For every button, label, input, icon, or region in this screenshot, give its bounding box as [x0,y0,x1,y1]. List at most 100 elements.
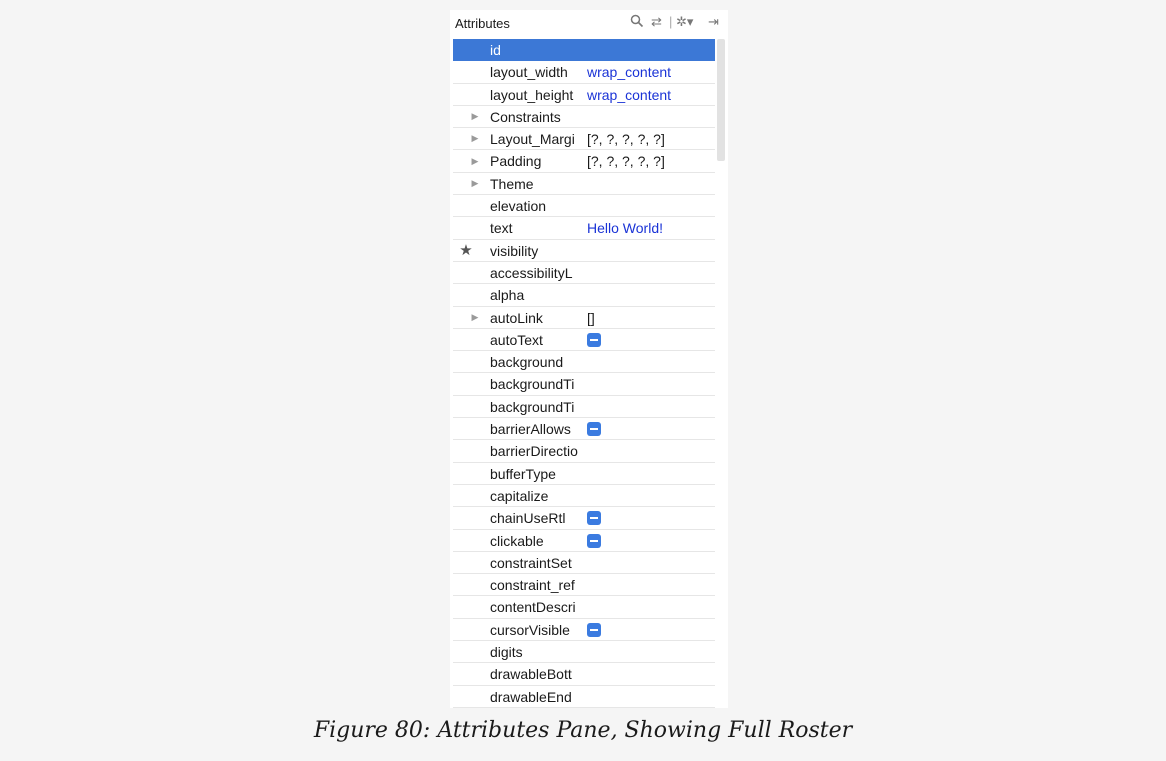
attribute-row[interactable]: id [453,39,715,62]
attribute-row[interactable]: layout_height wrap_content [453,84,715,106]
attribute-row[interactable]: cursorVisible [453,619,715,642]
attribute-row[interactable]: chainUseRtl [453,507,715,530]
attribute-row[interactable]: ▶ Constraints [453,106,715,129]
row-gutter [453,84,483,105]
pane-title: Attributes [455,16,510,31]
attribute-value[interactable]: [?, ?, ?, ?, ?] [587,153,665,169]
row-gutter [453,530,483,551]
attribute-row[interactable]: barrierDirectio [453,440,715,463]
attribute-row[interactable]: layout_width wrap_content [453,61,715,84]
attribute-value[interactable]: [] [587,310,595,326]
dock-icon[interactable]: ⇥ [708,14,719,30]
attribute-row[interactable]: backgroundTi [453,373,715,396]
attribute-row[interactable]: text Hello World! [453,217,715,240]
attribute-name: barrierAllows [490,421,571,438]
row-gutter [453,686,483,707]
row-gutter [453,641,483,662]
row-gutter: ▶ [453,106,483,127]
attribute-row[interactable]: clickable [453,530,715,552]
attributes-pane: Attributes ⇄ | ✲▾ ⇥ id layout_width wrap_c… [450,10,728,708]
attribute-row[interactable]: capitalize [453,485,715,508]
row-gutter [453,485,483,506]
row-gutter [453,39,483,60]
row-gutter [453,262,483,283]
indeterminate-checkbox-icon[interactable] [587,422,601,437]
row-gutter [453,396,483,417]
attribute-name: autoLink [490,309,543,326]
attribute-name: Constraints [490,108,561,125]
row-gutter [453,663,483,684]
row-gutter [453,418,483,439]
indeterminate-checkbox-icon[interactable] [587,622,601,637]
figure-caption: Figure 80: Attributes Pane, Showing Full… [313,718,853,743]
expand-triangle-icon[interactable]: ▶ [472,111,479,122]
row-gutter [453,596,483,617]
attribute-row[interactable]: bufferType [453,463,715,485]
attribute-row[interactable]: elevation [453,195,715,218]
divider: | [669,14,673,29]
swap-icon[interactable]: ⇄ [651,14,662,30]
attribute-row[interactable]: drawableBott [453,663,715,686]
attribute-name: elevation [490,198,547,215]
row-gutter [453,195,483,216]
attribute-name: backgroundTi [490,376,575,393]
row-gutter [453,507,483,528]
indeterminate-checkbox-icon[interactable] [587,511,601,526]
search-icon[interactable] [630,14,644,32]
attribute-row[interactable]: constraint_ref [453,574,715,597]
attribute-row[interactable]: alpha [453,284,715,307]
attribute-row[interactable]: backgroundTi [453,396,715,419]
attribute-row[interactable]: digits [453,641,715,664]
row-gutter [453,373,483,394]
attribute-name: contentDescri [490,599,576,616]
attribute-name: Layout_Margi [490,131,575,148]
row-gutter: ▶ [453,150,483,171]
expand-triangle-icon[interactable]: ▶ [472,156,479,167]
attribute-row[interactable]: ▶ autoLink [] [453,307,715,329]
expand-triangle-icon[interactable]: ▶ [472,178,479,189]
attribute-value[interactable]: [?, ?, ?, ?, ?] [587,131,665,147]
attribute-name: autoText [490,331,543,348]
indeterminate-checkbox-icon[interactable] [587,332,601,347]
attribute-row[interactable]: ★ visibility [453,240,715,262]
attribute-value[interactable]: wrap_content [587,87,671,103]
row-gutter [453,619,483,640]
indeterminate-checkbox-icon[interactable] [587,533,601,548]
attribute-row[interactable]: ▶ Padding [?, ?, ?, ?, ?] [453,150,715,173]
attribute-row[interactable]: constraintSet [453,552,715,575]
attribute-name: id [490,42,501,58]
attribute-row[interactable]: drawableEnd [453,686,715,708]
attribute-name: bufferType [490,465,556,482]
attributes-header: Attributes ⇄ | ✲▾ ⇥ [450,10,728,37]
attribute-row[interactable]: barrierAllows [453,418,715,441]
scrollbar-thumb[interactable] [717,39,725,161]
attribute-name: alpha [490,287,525,304]
attribute-name: layout_width [490,64,568,81]
attribute-name: drawableEnd [490,688,572,705]
gear-icon[interactable]: ✲▾ [676,14,693,30]
attribute-name: constraintSet [490,554,572,571]
attribute-name: clickable [490,532,544,549]
attribute-row[interactable]: contentDescri [453,596,715,619]
attributes-table: id layout_width wrap_content layout_height w… [453,39,715,708]
attribute-value[interactable]: Hello World! [587,220,663,236]
attribute-name: Theme [490,175,534,192]
row-gutter [453,61,483,82]
star-icon[interactable]: ★ [459,241,472,259]
attribute-row[interactable]: ▶ Theme [453,173,715,196]
expand-triangle-icon[interactable]: ▶ [472,133,479,144]
expand-triangle-icon[interactable]: ▶ [472,312,479,323]
row-gutter: ★ [453,240,483,261]
attribute-name: accessibilityL [490,264,573,281]
attribute-name: layout_height [490,86,574,103]
attribute-row[interactable]: autoText [453,329,715,352]
attribute-name: text [490,220,513,237]
row-gutter [453,463,483,484]
row-gutter [453,351,483,372]
attribute-name: chainUseRtl [490,510,566,527]
attribute-row[interactable]: accessibilityL [453,262,715,285]
attribute-name: barrierDirectio [490,443,578,460]
attribute-row[interactable]: background [453,351,715,374]
attribute-row[interactable]: ▶ Layout_Margi [?, ?, ?, ?, ?] [453,128,715,151]
attribute-value[interactable]: wrap_content [587,64,671,80]
